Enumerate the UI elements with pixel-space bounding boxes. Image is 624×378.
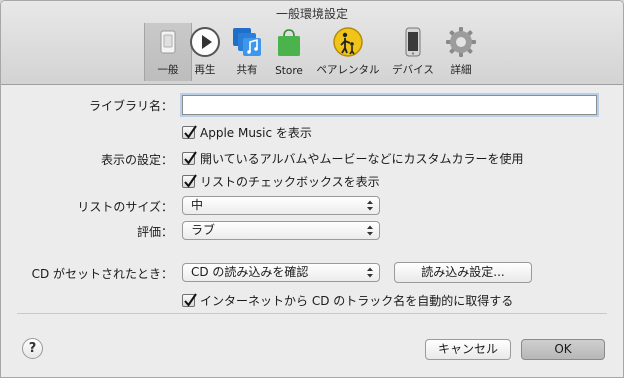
music-share-icon	[231, 26, 263, 58]
window-title: 一般環境設定	[275, 7, 348, 21]
checkmark-icon	[182, 150, 197, 165]
popup-arrows-icon	[367, 267, 373, 278]
custom-colors-checkbox[interactable]: 開いているアルバムやムービーなどにカスタムカラーを使用	[182, 150, 524, 166]
preferences-window: 一般環境設定 一般 再生 共有 Store ペアレンタル デバイス 詳細 ライブ…	[0, 0, 624, 378]
tab-parental[interactable]: ペアレンタル	[317, 23, 380, 81]
list-size-popup[interactable]: 中	[182, 196, 380, 215]
ok-button[interactable]: OK	[521, 339, 605, 360]
checkmark-icon	[182, 124, 197, 139]
popup-arrows-icon	[367, 225, 373, 236]
general-switch-icon	[152, 26, 184, 58]
tab-store[interactable]: Store	[265, 23, 313, 81]
parental-icon	[332, 26, 364, 58]
tab-advanced-label: 詳細	[450, 64, 472, 76]
cd-action-value: CD の読み込みを確認	[191, 265, 309, 279]
library-name-input[interactable]	[182, 95, 597, 115]
cd-insert-label: CD がセットされたとき：	[31, 267, 173, 281]
tab-advanced[interactable]: 詳細	[437, 23, 485, 81]
apple-music-checkbox[interactable]: Apple Music を表示	[182, 124, 312, 140]
gear-icon	[445, 26, 477, 58]
list-size-label: リストのサイズ：	[77, 200, 173, 214]
tab-store-label: Store	[275, 65, 303, 77]
list-checkboxes-label: リストのチェックボックスを表示	[200, 174, 380, 189]
list-size-value: 中	[191, 198, 204, 212]
display-settings-label: 表示の設定：	[100, 153, 173, 167]
track-names-checkbox[interactable]: インターネットから CD のトラック名を自動的に取得する	[182, 292, 513, 308]
checkmark-icon	[182, 292, 197, 307]
checkmark-icon	[182, 173, 197, 188]
tab-parental-label: ペアレンタル	[316, 64, 380, 76]
popup-arrows-icon	[367, 200, 373, 211]
play-icon	[189, 26, 221, 58]
list-checkboxes-checkbox[interactable]: リストのチェックボックスを表示	[182, 173, 380, 189]
apple-music-label: Apple Music を表示	[200, 125, 312, 140]
rating-popup[interactable]: ラブ	[182, 221, 380, 240]
import-settings-button[interactable]: 読み込み設定...	[394, 262, 532, 283]
preferences-toolbar: 一般 再生 共有 Store ペアレンタル デバイス 詳細	[1, 23, 623, 81]
library-name-label: ライブラリ名：	[88, 99, 173, 113]
store-bag-icon	[273, 26, 305, 58]
rating-label: 評価：	[136, 225, 173, 239]
custom-colors-label: 開いているアルバムやムービーなどにカスタムカラーを使用	[200, 151, 524, 166]
help-button[interactable]: ?	[22, 338, 43, 359]
cd-action-popup[interactable]: CD の読み込みを確認	[182, 263, 380, 282]
cancel-button[interactable]: キャンセル	[425, 339, 511, 360]
iphone-icon	[397, 26, 429, 58]
title-bar: 一般環境設定 一般 再生 共有 Store ペアレンタル デバイス 詳細	[1, 1, 623, 85]
track-names-label: インターネットから CD のトラック名を自動的に取得する	[200, 293, 514, 308]
footer-divider	[17, 313, 607, 314]
rating-value: ラブ	[191, 223, 216, 237]
